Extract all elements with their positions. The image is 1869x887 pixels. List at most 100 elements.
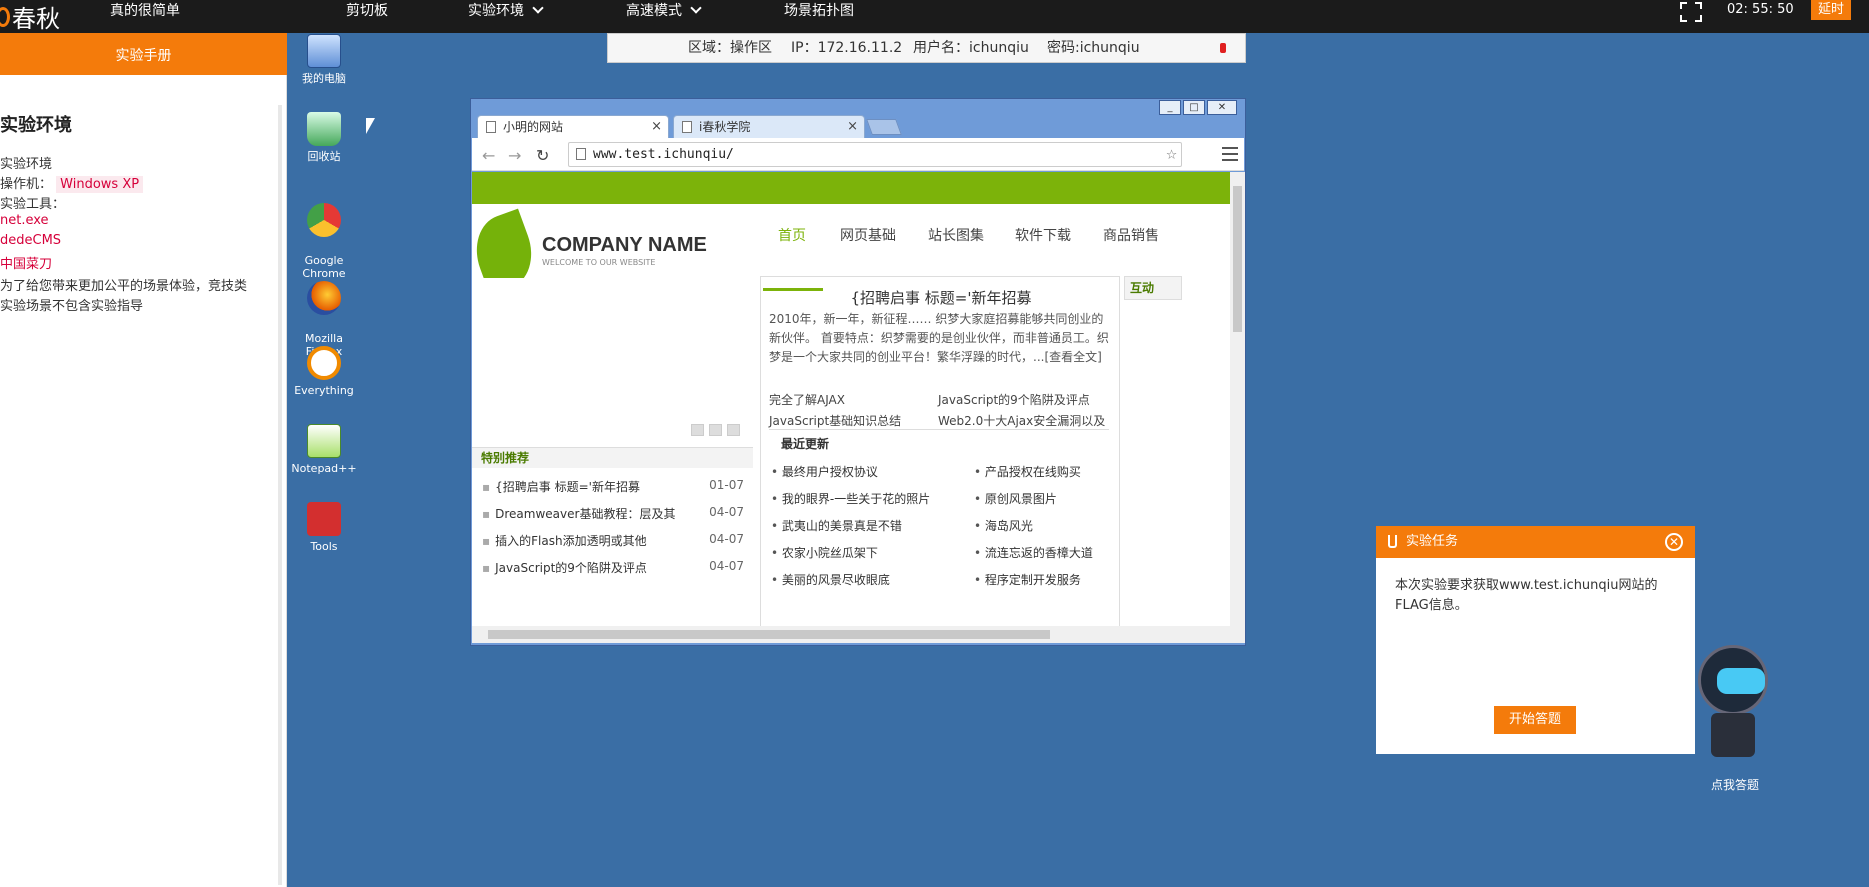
article-link[interactable]: JavaScript基础知识总结	[769, 412, 901, 429]
recent-item[interactable]: 产品授权在线购买	[974, 463, 1081, 480]
pin-icon[interactable]	[1220, 43, 1226, 53]
new-tab-button[interactable]	[866, 119, 902, 135]
list-item-date: 04-07	[709, 559, 744, 573]
start-answer-button[interactable]: 开始答题	[1494, 706, 1576, 734]
list-item-title: Dreamweaver基础教程：层及其	[495, 507, 676, 521]
tab-title: 小明的网站	[503, 120, 564, 134]
recent-item[interactable]: 原创风景图片	[974, 490, 1057, 507]
computer-icon	[307, 34, 341, 68]
list-item[interactable]: ▪ Dreamweaver基础教程：层及其 04-07	[482, 505, 744, 522]
site-nav-basics[interactable]: 网页基础	[840, 225, 896, 245]
tools-line: 实验工具：	[0, 197, 66, 212]
site-nav-home[interactable]: 首页	[778, 225, 806, 245]
logo: 春秋	[0, 0, 90, 33]
speed-mode-menu[interactable]: 高速模式	[626, 0, 702, 33]
recent-item[interactable]: 农家小院丝瓜架下	[771, 544, 878, 561]
env-line: 实验环境	[0, 157, 53, 172]
desktop-icon-my-computer[interactable]: 我的电脑	[289, 34, 359, 85]
sidebar-scrollbar[interactable]	[278, 105, 282, 885]
site-nav-shop[interactable]: 商品销售	[1103, 225, 1159, 245]
speed-mode-label: 高速模式	[626, 3, 682, 19]
browser-toolbar: ← → ↻ www.test.ichunqiu/ ☆	[472, 138, 1244, 171]
close-tab-icon[interactable]: ×	[651, 116, 662, 138]
interaction-heading: 互动	[1124, 276, 1182, 300]
recent-item[interactable]: 武夷山的美景真是不错	[771, 517, 902, 534]
address-bar[interactable]: www.test.ichunqiu/ ☆	[568, 142, 1182, 167]
mouse-cursor-icon	[366, 118, 375, 134]
lab-env-menu[interactable]: 实验环境	[468, 0, 544, 33]
tab-ichunqiu[interactable]: i春秋学院 ×	[673, 115, 865, 138]
close-tab-icon[interactable]: ×	[847, 116, 858, 138]
os-value: Windows XP	[56, 176, 144, 193]
list-item-title: 插入的Flash添加透明或其他	[495, 534, 647, 548]
everything-icon	[307, 346, 341, 380]
recent-item[interactable]: 最终用户授权协议	[771, 463, 878, 480]
desktop-icon-recycle-bin[interactable]: 回收站	[289, 112, 359, 163]
logo-text: 春秋	[12, 5, 60, 33]
maximize-button[interactable]: □	[1183, 100, 1205, 115]
flask-icon	[1388, 535, 1397, 548]
brand-tagline: WELCOME TO OUR WEBSITE	[542, 258, 656, 267]
minimize-button[interactable]: _	[1159, 100, 1181, 115]
robot-label: 点我答题	[1710, 778, 1759, 792]
scroll-thumb[interactable]	[1233, 186, 1242, 332]
topology-label: 场景拓扑图	[784, 3, 854, 19]
divider	[769, 429, 1109, 430]
forward-icon[interactable]: →	[508, 146, 521, 165]
os-line: 操作机： Windows XP	[0, 173, 144, 193]
window-controls: _ □ ✕	[1159, 100, 1237, 115]
slider-dot[interactable]	[691, 424, 704, 436]
username-info: 用户名：ichunqiu	[913, 40, 1029, 56]
extend-time-button[interactable]: 延时	[1811, 0, 1851, 20]
article-link[interactable]: JavaScript的9个陷阱及评点	[938, 391, 1090, 408]
section-heading: 实验环境	[0, 115, 72, 136]
scroll-thumb[interactable]	[488, 630, 1050, 639]
manual-header[interactable]: 实验手册	[0, 33, 287, 75]
fullscreen-icon[interactable]	[1680, 2, 1702, 22]
recent-item[interactable]: 流连忘返的香樟大道	[974, 544, 1093, 561]
close-window-button[interactable]: ✕	[1207, 100, 1237, 115]
vertical-scrollbar[interactable]	[1230, 172, 1245, 626]
task-title: 实验任务	[1406, 534, 1459, 549]
site-nav-downloads[interactable]: 软件下载	[1015, 225, 1071, 245]
browser-menu-icon[interactable]	[1222, 147, 1238, 161]
article-link[interactable]: 完全了解AJAX	[769, 391, 845, 408]
close-icon[interactable]: ✕	[1665, 533, 1683, 551]
site-nav-gallery[interactable]: 站长图集	[928, 225, 984, 245]
recent-item[interactable]: 海岛风光	[974, 517, 1033, 534]
back-icon[interactable]: ←	[482, 146, 495, 165]
page-icon	[682, 121, 692, 133]
reload-icon[interactable]: ↻	[536, 146, 549, 165]
tab-xiaoming-site[interactable]: 小明的网站 ×	[477, 115, 669, 138]
password-info: 密码:ichunqiu	[1047, 40, 1140, 56]
bookmark-star-icon[interactable]: ☆	[1166, 143, 1177, 165]
list-item-title: JavaScript的9个陷阱及评点	[495, 561, 647, 575]
news-title[interactable]: {招聘启事 标题='新年招募	[761, 287, 1121, 308]
recent-item[interactable]: 我的眼界-一些关于花的照片	[771, 490, 930, 507]
robot-body	[1711, 713, 1755, 757]
clipboard-label: 剪切板	[346, 3, 388, 19]
article-link[interactable]: Web2.0十大Ajax安全漏洞以及	[938, 412, 1105, 429]
desktop-icon-label: Tools	[310, 540, 338, 553]
clipboard-menu[interactable]: 剪切板	[346, 0, 388, 33]
list-item[interactable]: ▪ JavaScript的9个陷阱及评点 04-07	[482, 559, 744, 576]
topology-menu[interactable]: 场景拓扑图	[784, 0, 854, 33]
tool-item: dedeCMS	[0, 233, 62, 248]
horizontal-scrollbar[interactable]	[472, 626, 1245, 643]
desktop-icon-notepadpp[interactable]: Notepad++	[289, 424, 359, 475]
recent-item[interactable]: 程序定制开发服务	[974, 571, 1081, 588]
desktop-icon-everything[interactable]: Everything	[289, 346, 359, 397]
lab-env-label: 实验环境	[468, 3, 524, 19]
note-line: 为了给您带来更加公平的场景体验，竞技类	[0, 279, 248, 294]
list-item[interactable]: ▪ 插入的Flash添加透明或其他 04-07	[482, 532, 744, 549]
brand-name: COMPANY NAME	[542, 234, 707, 256]
list-item[interactable]: ▪ {招聘启事 标题='新年招募 01-07	[482, 478, 744, 495]
tab-title: i春秋学院	[699, 120, 751, 134]
slider-dot[interactable]	[709, 424, 722, 436]
tool-item: net.exe	[0, 213, 49, 228]
desktop-icon-label: 我的电脑	[302, 72, 346, 85]
recent-item[interactable]: 美丽的风景尽收眼底	[771, 571, 890, 588]
desktop-icon-tools[interactable]: Tools	[289, 502, 359, 553]
answer-assistant[interactable]: 点我答题	[1693, 645, 1773, 792]
slider-dot[interactable]	[727, 424, 740, 436]
